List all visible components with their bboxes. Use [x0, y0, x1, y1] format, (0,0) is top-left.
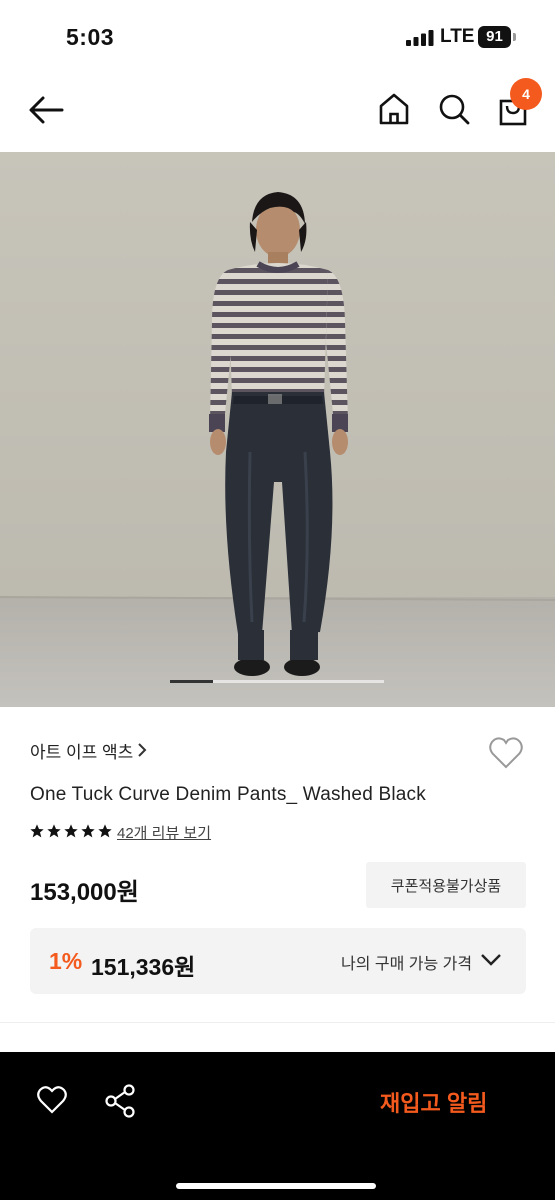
- status-bar: 5:03 LTE 91: [0, 0, 555, 72]
- bottom-action-bar: 재입고 알림: [0, 1052, 555, 1200]
- star-icon: [30, 824, 44, 838]
- star-icon: [81, 824, 95, 838]
- heart-outline-icon[interactable]: [36, 1085, 68, 1115]
- battery-icon: 91: [478, 26, 516, 48]
- home-icon[interactable]: [376, 90, 412, 128]
- rating-stars: [29, 823, 113, 839]
- top-nav: 4: [0, 72, 555, 152]
- share-icon[interactable]: [104, 1084, 136, 1118]
- status-time: 5:03: [66, 24, 115, 50]
- coupon-status-button[interactable]: 쿠폰적용불가상품: [366, 862, 526, 908]
- discount-percent: 1%: [49, 948, 83, 974]
- star-icon: [98, 824, 112, 838]
- chevron-down-icon[interactable]: [479, 950, 503, 970]
- back-arrow-icon[interactable]: [26, 92, 66, 128]
- chevron-right-icon: [138, 743, 147, 757]
- benefit-price: 151,336원: [91, 954, 196, 980]
- carousel-active-thumb: [170, 680, 213, 683]
- product-price: 153,000원: [30, 879, 139, 906]
- product-title: One Tuck Curve Denim Pants_ Washed Black: [30, 784, 426, 805]
- cellular-signal-icon: [406, 30, 434, 46]
- battery-level: 91: [478, 26, 511, 48]
- review-link[interactable]: 42개 리뷰 보기: [117, 822, 211, 843]
- search-icon[interactable]: [436, 90, 472, 128]
- cart-count-badge: 4: [510, 78, 542, 110]
- star-icon: [47, 824, 61, 838]
- heart-outline-icon[interactable]: [487, 735, 525, 771]
- product-photo: [0, 152, 555, 707]
- product-image[interactable]: [0, 152, 555, 707]
- restock-alert-button[interactable]: 재입고 알림: [380, 1086, 487, 1118]
- image-carousel-indicator: [170, 680, 384, 683]
- home-indicator[interactable]: [176, 1183, 376, 1189]
- benefit-label: 나의 구매 가능 가격: [341, 956, 473, 973]
- network-type: LTE: [440, 26, 475, 47]
- benefit-price-panel[interactable]: 1% 151,336원 나의 구매 가능 가격: [30, 928, 526, 994]
- section-divider: [0, 1022, 555, 1023]
- brand-name-link[interactable]: 아트 이프 액츠: [30, 738, 133, 763]
- star-icon: [64, 824, 78, 838]
